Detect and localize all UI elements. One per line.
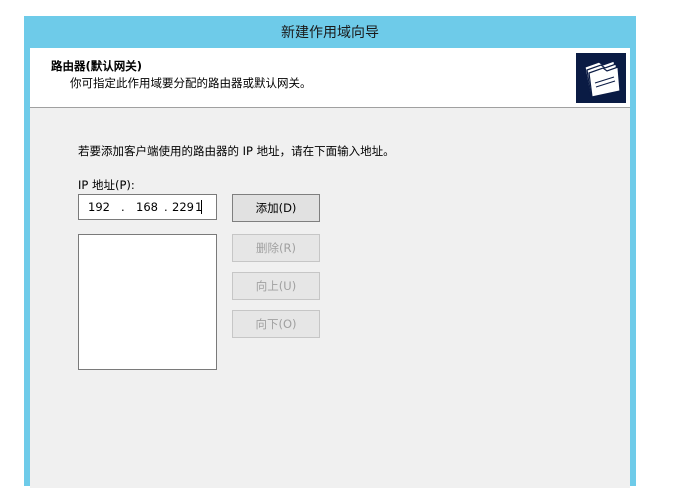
text-caret: [201, 200, 202, 214]
wizard-header: 路由器(默认网关) 你可指定此作用域要分配的路由器或默认网关。: [30, 48, 630, 108]
ip-dot-2: .: [164, 200, 168, 214]
router-list[interactable]: [78, 234, 217, 370]
move-down-button[interactable]: 向下(O): [232, 310, 320, 338]
instruction-text: 若要添加客户端使用的路由器的 IP 地址，请在下面输入地址。: [78, 144, 395, 158]
ip-dot-1: .: [121, 200, 125, 214]
folder-stack-icon: [576, 53, 626, 103]
ip-octet-1: 192: [88, 200, 110, 214]
delete-button[interactable]: 删除(R): [232, 234, 320, 262]
window-title: 新建作用域向导: [281, 25, 379, 41]
wizard-window: 新建作用域向导 路由器(默认网关) 你可指定此作用域要分配的路由器或默认网关。: [24, 16, 636, 488]
ip-octet-2: 168: [136, 200, 158, 214]
page-subtitle: 你可指定此作用域要分配的路由器或默认网关。: [70, 76, 312, 90]
ip-address-input[interactable]: 192 . 168 . 229 . 1: [78, 194, 217, 220]
ip-address-label: IP 地址(P):: [78, 178, 135, 192]
wizard-client-area: 路由器(默认网关) 你可指定此作用域要分配的路由器或默认网关。 若要添加客户端使…: [30, 48, 630, 488]
move-up-button[interactable]: 向上(U): [232, 272, 320, 300]
page-title: 路由器(默认网关): [51, 59, 143, 73]
add-button[interactable]: 添加(D): [232, 194, 320, 222]
ip-dot-3: .: [189, 200, 193, 214]
